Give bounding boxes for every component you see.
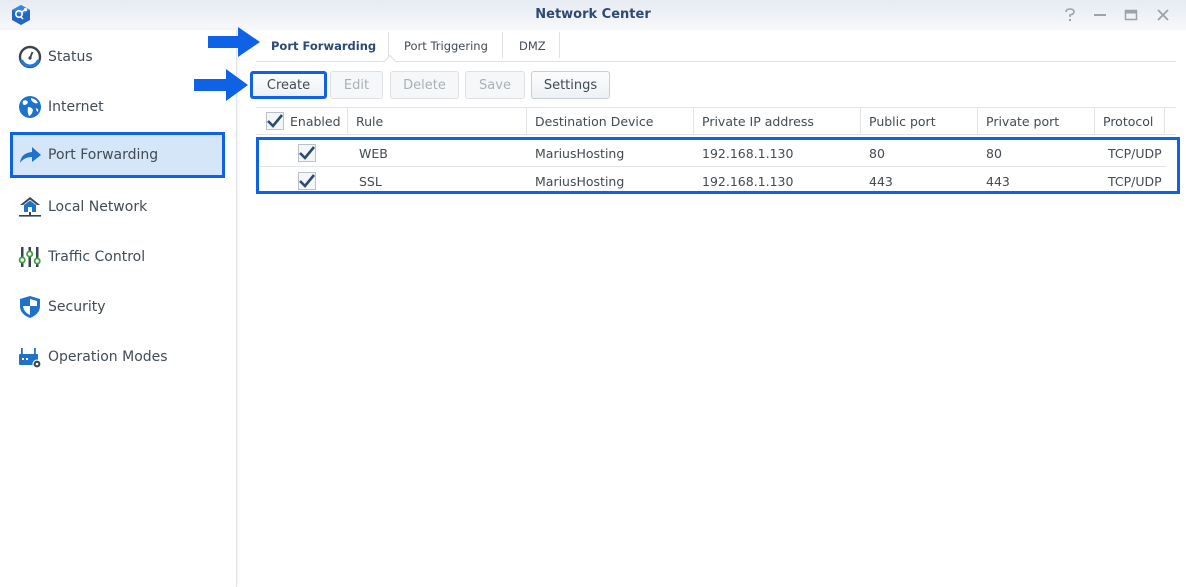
cell-public-port: 80	[869, 145, 885, 161]
sidebar-item-label: Security	[48, 299, 106, 315]
create-button[interactable]: Create	[250, 71, 327, 99]
cell-rule: SSL	[359, 173, 382, 189]
sliders-icon	[18, 245, 42, 269]
active-tab-indicator	[382, 54, 398, 70]
tab-dmz[interactable]: DMZ	[519, 30, 546, 61]
settings-button[interactable]: Settings	[531, 71, 610, 99]
annotation-arrow-icon	[208, 27, 260, 57]
tab-divider	[559, 32, 560, 58]
cell-device: MariusHosting	[535, 145, 625, 161]
cell-protocol: TCP/UDP	[1108, 145, 1162, 161]
annotation-arrow-icon	[194, 69, 248, 101]
save-button[interactable]: Save	[465, 71, 525, 99]
column-private-ip[interactable]: Private IP address	[694, 108, 861, 134]
column-public-port[interactable]: Public port	[861, 108, 978, 134]
sidebar-item-label: Local Network	[48, 199, 148, 215]
gauge-icon	[18, 45, 42, 69]
checkmark-icon	[267, 114, 283, 128]
column-protocol[interactable]: Protocol	[1095, 108, 1165, 134]
sidebar-item-status[interactable]: Status	[10, 34, 225, 80]
title-bar: Network Center	[0, 0, 1186, 30]
window-title: Network Center	[535, 7, 651, 22]
sidebar-item-internet[interactable]: Internet	[10, 84, 225, 130]
edit-button[interactable]: Edit	[330, 71, 383, 99]
table-header: Enabled Rule Destination Device Private …	[256, 107, 1176, 135]
router-gear-icon	[18, 345, 42, 369]
sidebar-item-local-network[interactable]: Local Network	[10, 184, 225, 230]
maximize-icon[interactable]	[1122, 6, 1140, 24]
sidebar-item-label: Traffic Control	[48, 249, 146, 265]
cell-private-ip: 192.168.1.130	[702, 173, 794, 189]
row-enabled-checkbox[interactable]	[298, 172, 316, 190]
cell-private-port: 443	[986, 173, 1010, 189]
table-row[interactable]: SSL MariusHosting 192.168.1.130 443 443 …	[260, 167, 1166, 195]
tab-port-forwarding[interactable]: Port Forwarding	[271, 30, 376, 61]
sidebar-item-label: Internet	[48, 99, 104, 115]
checkmark-icon	[299, 174, 315, 188]
column-rule[interactable]: Rule	[348, 108, 527, 134]
tab-port-triggering[interactable]: Port Triggering	[404, 30, 488, 61]
cell-device: MariusHosting	[535, 173, 625, 189]
cell-private-port: 80	[986, 145, 1002, 161]
select-all-checkbox[interactable]	[266, 112, 284, 130]
column-private-port[interactable]: Private port	[978, 108, 1095, 134]
minimize-icon[interactable]	[1091, 6, 1109, 24]
column-destination-device[interactable]: Destination Device	[527, 108, 694, 134]
cell-rule: WEB	[359, 145, 388, 161]
help-icon[interactable]	[1061, 6, 1079, 24]
table-row[interactable]: WEB MariusHosting 192.168.1.130 80 80 TC…	[260, 139, 1166, 167]
column-enabled[interactable]: Enabled	[256, 108, 348, 134]
tab-divider	[502, 32, 503, 58]
cell-private-ip: 192.168.1.130	[702, 145, 794, 161]
row-enabled-checkbox[interactable]	[298, 144, 316, 162]
sidebar: Status Internet Port Forwarding Local Ne…	[0, 30, 237, 587]
tab-bar: Port Forwarding Port Triggering DMZ	[256, 30, 1176, 70]
sidebar-item-label: Status	[48, 49, 93, 65]
globe-icon	[18, 95, 42, 119]
shield-icon	[18, 295, 42, 319]
cell-protocol: TCP/UDP	[1108, 173, 1162, 189]
sidebar-item-port-forwarding[interactable]: Port Forwarding	[10, 132, 225, 178]
sidebar-item-security[interactable]: Security	[10, 284, 225, 330]
sidebar-item-traffic-control[interactable]: Traffic Control	[10, 234, 225, 280]
delete-button[interactable]: Delete	[390, 71, 459, 99]
home-network-icon	[18, 195, 42, 219]
close-icon[interactable]	[1154, 6, 1172, 24]
checkmark-icon	[299, 146, 315, 160]
forward-arrow-icon	[18, 143, 42, 167]
sidebar-item-label: Operation Modes	[48, 349, 168, 365]
cell-public-port: 443	[869, 173, 893, 189]
sidebar-item-label: Port Forwarding	[48, 147, 159, 163]
sidebar-item-operation-modes[interactable]: Operation Modes	[10, 334, 225, 380]
